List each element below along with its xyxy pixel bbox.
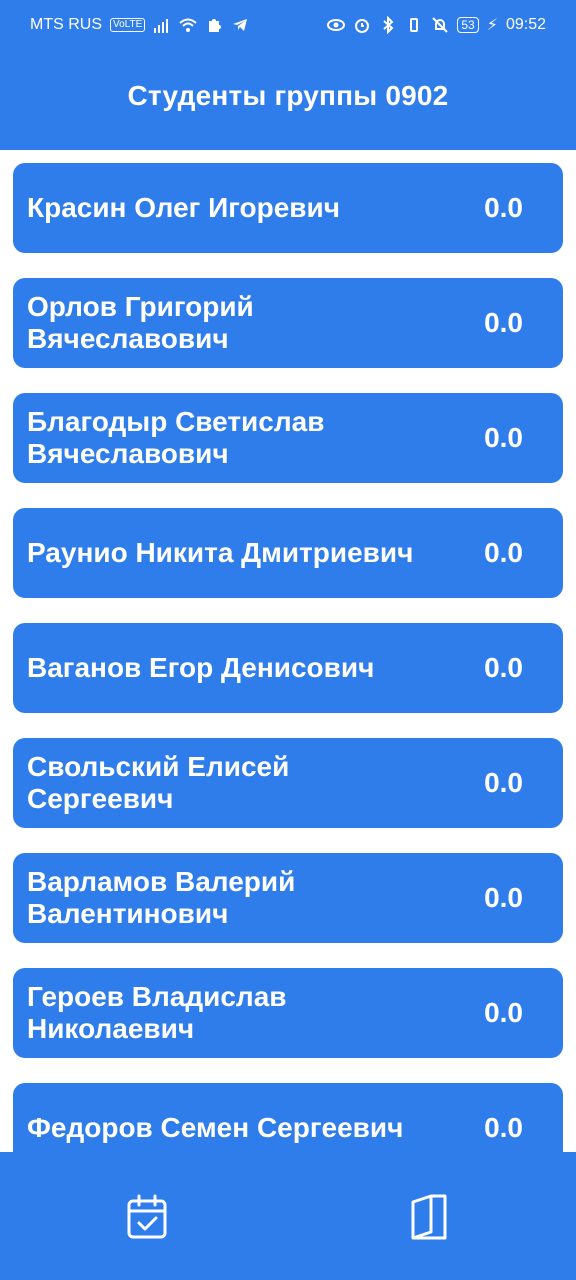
student-score: 0.0 <box>484 537 523 568</box>
battery-level: 53 <box>457 17 479 33</box>
student-card[interactable]: Красин Олег Игоревич 0.0 <box>13 163 563 253</box>
status-right: 53 ⚡ 09:52 <box>327 15 546 35</box>
signal-icon <box>154 19 169 33</box>
student-card[interactable]: Федоров Семен Сергеевич 0.0 <box>13 1083 563 1152</box>
student-name: Красин Олег Игоревич <box>27 192 340 223</box>
student-score: 0.0 <box>484 997 523 1028</box>
wifi-icon <box>179 18 197 32</box>
student-score: 0.0 <box>484 307 523 338</box>
student-score: 0.0 <box>484 1112 523 1143</box>
student-score: 0.0 <box>484 882 523 913</box>
student-name: Федоров Семен Сергеевич <box>27 1112 404 1143</box>
student-score: 0.0 <box>484 767 523 798</box>
student-score: 0.0 <box>484 192 523 223</box>
student-name: Варламов Валерий Валентинович <box>27 866 296 929</box>
calendar-check-icon <box>127 1194 167 1239</box>
student-card[interactable]: Героев Владислав Николаевич 0.0 <box>13 968 563 1058</box>
book-icon <box>411 1194 447 1240</box>
student-card[interactable]: Благодыр Светислав Вячеславович 0.0 <box>13 393 563 483</box>
telegram-icon <box>233 19 248 31</box>
app-header: MTS RUS VoLTE 53 ⚡ 09:52 Студенты группы… <box>0 0 576 150</box>
student-name: Свольский Елисей Сергеевич <box>27 751 290 814</box>
volte-badge: VoLTE <box>110 18 146 32</box>
page-title: Студенты группы 0902 <box>127 80 449 111</box>
status-bar: MTS RUS VoLTE 53 ⚡ 09:52 <box>0 0 576 50</box>
calendar-tab-button[interactable] <box>122 1192 172 1242</box>
student-card[interactable]: Орлов Григорий Вячеславович 0.0 <box>13 278 563 368</box>
puzzle-icon <box>209 19 222 32</box>
charging-icon: ⚡ <box>486 17 498 34</box>
eye-icon <box>327 19 346 31</box>
student-name: Ваганов Егор Денисович <box>27 652 375 683</box>
student-card[interactable]: Варламов Валерий Валентинович 0.0 <box>13 853 563 943</box>
clock: 09:52 <box>505 16 546 33</box>
student-score: 0.0 <box>484 422 523 453</box>
carrier-label: MTS RUS <box>30 16 102 33</box>
student-name: Благодыр Светислав Вячеславович <box>27 406 325 469</box>
student-card[interactable]: Ваганов Егор Денисович 0.0 <box>13 623 563 713</box>
vibrate-icon <box>410 18 419 32</box>
status-left: MTS RUS VoLTE <box>30 16 249 34</box>
mute-icon <box>432 17 449 33</box>
student-name: Раунио Никита Дмитриевич <box>27 537 414 568</box>
student-card[interactable]: Свольский Елисей Сергеевич 0.0 <box>13 738 563 828</box>
bottom-navigation <box>0 1152 576 1280</box>
book-tab-button[interactable] <box>404 1192 454 1242</box>
bluetooth-icon <box>383 16 394 34</box>
students-list[interactable]: Красин Олег Игоревич 0.0 Орлов Григорий … <box>0 150 576 1152</box>
alarm-icon <box>355 19 370 33</box>
student-score: 0.0 <box>484 652 523 683</box>
student-card[interactable]: Раунио Никита Дмитриевич 0.0 <box>13 508 563 598</box>
student-name: Героев Владислав Николаевич <box>27 981 287 1044</box>
student-name: Орлов Григорий Вячеславович <box>27 291 254 354</box>
